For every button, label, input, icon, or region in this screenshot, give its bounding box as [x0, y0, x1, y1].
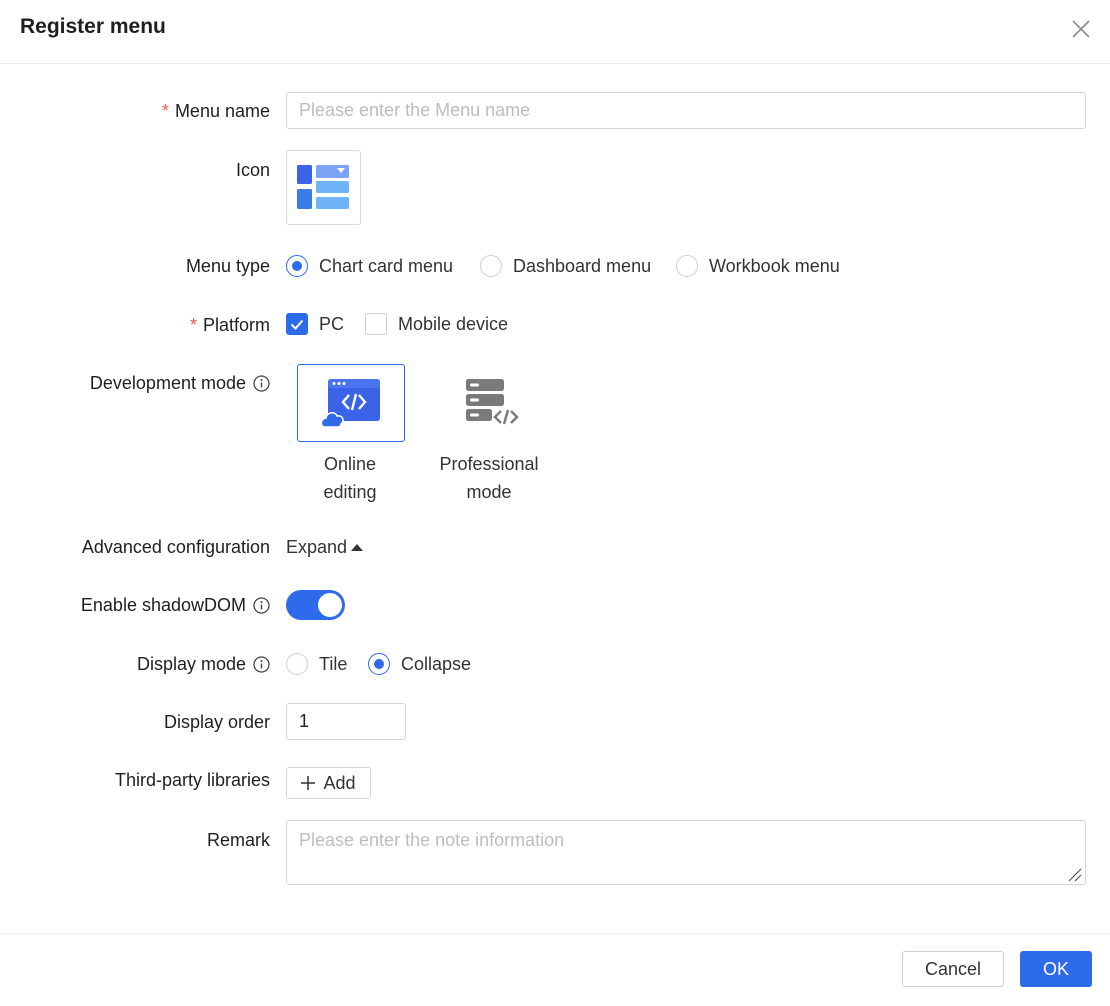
dialog-title: Register menu: [20, 15, 166, 38]
display-mode-option-collapse[interactable]: Collapse: [368, 653, 471, 675]
plus-icon: [301, 776, 316, 790]
close-button[interactable]: [1066, 14, 1096, 44]
mode-card-online-editing[interactable]: [297, 364, 405, 442]
third-party-libraries-label: Third-party libraries: [115, 769, 270, 791]
menu-name-input[interactable]: [286, 92, 1086, 129]
advanced-configuration-label-text: Advanced configuration: [81, 537, 270, 557]
display-order-input[interactable]: [286, 703, 406, 740]
menu-type-option-workbook[interactable]: Workbook menu: [676, 255, 840, 277]
caret-up-icon: [351, 544, 364, 551]
platform-label: * Platform: [190, 314, 270, 336]
development-mode-label: Development mode: [90, 372, 270, 394]
remark-label-text: Remark: [206, 830, 270, 850]
development-mode-row: Development mode Online editing Professi…: [0, 364, 1110, 509]
mode-label-online: Online editing: [280, 450, 420, 506]
platform-option-pc[interactable]: PC: [286, 313, 344, 335]
ok-button[interactable]: OK: [1020, 951, 1092, 987]
third-party-libraries-row: Third-party libraries Add: [0, 767, 1110, 799]
option-label: PC: [319, 314, 345, 334]
radio-button[interactable]: [480, 255, 502, 277]
platform-option-mobile[interactable]: Mobile device: [365, 313, 508, 335]
display-order-label-text: Display order: [163, 712, 270, 732]
mode-label-professional: Professional mode: [419, 450, 559, 506]
mode-label-line1: Online: [323, 454, 377, 474]
icon-row: Icon: [0, 150, 1110, 225]
required-mark: *: [189, 315, 197, 335]
option-label: Tile: [319, 654, 348, 674]
advanced-configuration-label: Advanced configuration: [82, 536, 270, 558]
dialog-header: Register menu: [0, 0, 1110, 64]
cancel-button[interactable]: Cancel: [902, 951, 1004, 987]
option-label: Dashboard menu: [513, 256, 652, 276]
info-icon[interactable]: [253, 374, 270, 392]
option-label: Chart card menu: [319, 256, 454, 276]
icon-label-text: Icon: [235, 160, 270, 180]
add-library-button[interactable]: Add: [286, 767, 371, 799]
info-icon[interactable]: [253, 655, 270, 673]
radio-button[interactable]: [286, 255, 308, 277]
menu-name-label-text: Menu name: [174, 101, 270, 121]
display-mode-row: Display mode Tile Collapse: [0, 652, 1110, 676]
option-label: Workbook menu: [709, 256, 840, 276]
enable-shadowdom-label-text: Enable shadowDOM: [80, 595, 246, 615]
menu-name-row: * Menu name: [0, 92, 1110, 129]
close-icon: [1072, 20, 1090, 38]
expand-label: Expand: [286, 537, 348, 557]
server-code-icon: [466, 379, 519, 425]
add-label: Add: [323, 772, 356, 793]
third-party-libraries-label-text: Third-party libraries: [114, 770, 270, 790]
enable-shadowdom-row: Enable shadowDOM: [0, 590, 1110, 620]
cloud-code-window-icon: [320, 379, 380, 428]
menu-type-label: Menu type: [186, 255, 270, 277]
icon-picker[interactable]: [286, 150, 361, 225]
required-mark: *: [161, 101, 169, 121]
display-mode-label-text: Display mode: [136, 654, 246, 674]
mode-label-line1: Professional: [439, 454, 539, 474]
display-order-row: Display order: [0, 703, 1110, 740]
toggle-knob: [318, 593, 342, 617]
display-mode-option-tile[interactable]: Tile: [286, 653, 347, 675]
dialog-footer: Cancel OK: [0, 933, 1110, 1006]
info-icon[interactable]: [253, 596, 270, 614]
menu-type-row: Menu type Chart card menu Dashboard menu…: [0, 254, 1110, 278]
platform-label-text: Platform: [202, 315, 270, 335]
checkbox[interactable]: [286, 313, 308, 335]
menu-name-label: * Menu name: [162, 100, 270, 122]
radio-button[interactable]: [286, 653, 308, 675]
mode-label-line2: editing: [323, 482, 377, 502]
expand-toggle[interactable]: Expand: [286, 536, 364, 558]
radio-button[interactable]: [676, 255, 698, 277]
checkbox[interactable]: [365, 313, 387, 335]
display-mode-label: Display mode: [137, 653, 270, 675]
development-mode-label-text: Development mode: [89, 373, 246, 393]
option-label: Mobile device: [398, 314, 509, 334]
enable-shadowdom-label: Enable shadowDOM: [81, 594, 270, 616]
mode-card-professional[interactable]: [435, 364, 543, 442]
platform-row: * Platform PC Mobile device: [0, 313, 1110, 337]
resize-handle-icon[interactable]: [1066, 866, 1082, 882]
menu-type-option-dashboard[interactable]: Dashboard menu: [480, 255, 651, 277]
remark-row: Remark: [0, 820, 1110, 885]
menu-type-label-text: Menu type: [185, 256, 270, 276]
icon-label: Icon: [236, 159, 270, 181]
menu-type-option-chart-card[interactable]: Chart card menu: [286, 255, 453, 277]
radio-button[interactable]: [368, 653, 390, 675]
display-order-label: Display order: [164, 711, 270, 733]
remark-textarea[interactable]: [286, 820, 1086, 885]
checkmark-icon: [290, 319, 304, 330]
shadowdom-toggle[interactable]: [286, 590, 345, 620]
advanced-configuration-row: Advanced configuration Expand: [0, 535, 1110, 559]
mode-label-line2: mode: [466, 482, 512, 502]
remark-label: Remark: [207, 829, 270, 851]
option-label: Collapse: [401, 654, 472, 674]
table-layout-icon: [297, 165, 349, 209]
